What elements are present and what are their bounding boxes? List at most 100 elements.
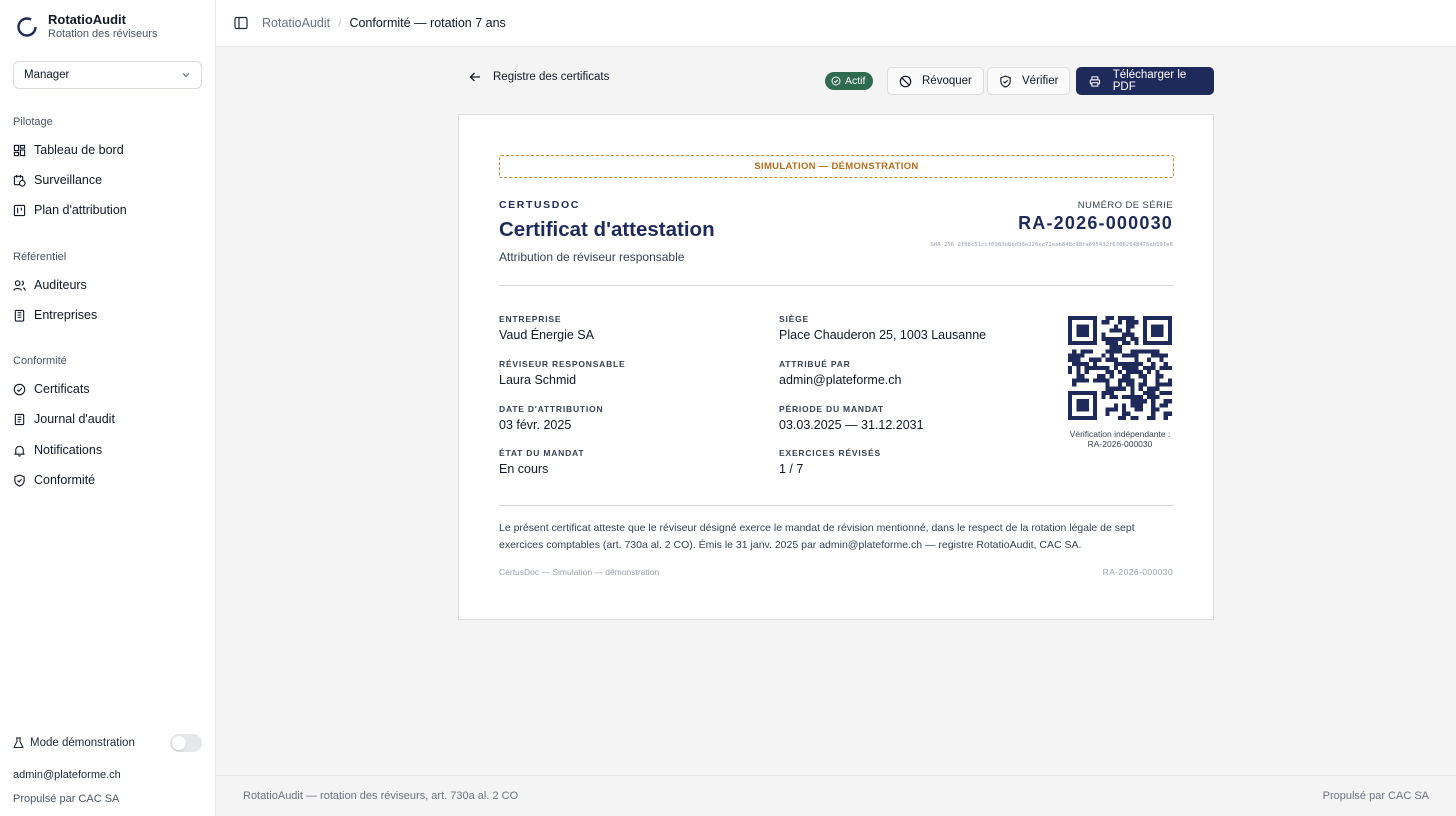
flask-icon: [13, 737, 24, 749]
shield-check-icon: [1000, 75, 1011, 88]
chevron-down-icon: [182, 73, 190, 78]
building-icon: [14, 309, 25, 322]
check-circle-icon: [831, 76, 841, 86]
calendar-clock-icon: [13, 174, 26, 187]
field-value: admin@plateforme.ch: [779, 373, 902, 387]
demo-mode-toggle[interactable]: [170, 734, 202, 752]
shield-check-icon: [14, 474, 25, 487]
field-value: Vaud Énergie SA: [499, 328, 594, 342]
demo-mode-label: Mode démonstration: [30, 737, 135, 749]
sidebar-item-auditeurs[interactable]: Auditeurs: [13, 272, 203, 298]
sha256-hash: SHA-256 2f08c51ccf0983e6bd36e226ec72eab8…: [930, 242, 1173, 248]
sidebar-item-label: Auditeurs: [34, 278, 87, 292]
sidebar-item-label: Certificats: [34, 382, 90, 396]
verify-button-label: Vérifier: [1022, 75, 1059, 87]
logo-icon: [17, 17, 37, 37]
sidebar-item-label: Tableau de bord: [34, 143, 124, 157]
serial-number: RA-2026-000030: [1018, 213, 1173, 233]
field-value: Place Chauderon 25, 1003 Lausanne: [779, 328, 987, 342]
field-label: État du mandat: [499, 448, 585, 458]
qr-code-icon: [1068, 316, 1172, 420]
field-value: 03.03.2025 — 31.12.2031: [779, 418, 924, 432]
brand[interactable]: RotatioAudit Rotation des réviseurs: [16, 12, 157, 41]
printer-icon: [1089, 75, 1101, 87]
check-circle-icon: [13, 383, 26, 395]
sidebar-item-plan[interactable]: Plan d'attribution: [13, 197, 203, 223]
download-pdf-button[interactable]: Télécharger le PDF: [1076, 67, 1214, 95]
board-icon: [13, 204, 26, 216]
demo-mode-row: Mode démonstration: [13, 734, 202, 752]
certificate-brand: CERTUSDOC: [499, 199, 580, 211]
app-footer: RotatioAudit — rotation des réviseurs, a…: [216, 775, 1456, 816]
powered-by: Propulsé par CAC SA: [13, 793, 120, 805]
field-exercices: Exercices révisés 1 / 7: [779, 448, 881, 476]
field-attribue-par: Attribué par admin@plateforme.ch: [779, 359, 901, 387]
ban-icon: [899, 75, 912, 87]
field-siege: Siège Place Chauderon 25, 1003 Lausanne: [779, 314, 986, 342]
field-label: Date d'attribution: [499, 404, 604, 414]
breadcrumb: RotatioAudit / Conformité — rotation 7 a…: [262, 16, 506, 30]
divider: [499, 285, 1174, 286]
field-periode: Période du mandat 03.03.2025 — 31.12.203…: [779, 404, 924, 432]
sidebar-item-label: Journal d'audit: [34, 412, 115, 426]
sidebar-item-certificats[interactable]: Certificats: [13, 376, 203, 402]
back-link-label: Registre des certificats: [493, 71, 610, 83]
verify-button[interactable]: Vérifier: [987, 67, 1071, 95]
sidebar-item-conformite[interactable]: Conformité: [13, 467, 203, 493]
breadcrumb-separator: /: [338, 16, 342, 30]
back-to-registry-link[interactable]: Registre des certificats: [469, 71, 609, 83]
certificate-statement: Le présent certificat atteste que le rév…: [499, 522, 1135, 551]
scroll-icon: [14, 413, 25, 425]
revoke-button[interactable]: Révoquer: [887, 67, 984, 95]
footer-left: RotatioAudit — rotation des réviseurs, a…: [243, 790, 519, 802]
field-reviseur: Réviseur responsable Laura Schmid: [499, 359, 626, 387]
field-value: En cours: [499, 462, 549, 476]
field-value: Laura Schmid: [499, 373, 577, 387]
serial-label: NUMÉRO DE SÉRIE: [1077, 200, 1173, 211]
field-value: 1 / 7: [779, 462, 804, 476]
field-label: Exercices révisés: [779, 448, 881, 458]
breadcrumb-current: Conformité — rotation 7 ans: [349, 16, 506, 30]
field-label: Attribué par: [779, 359, 851, 369]
sidebar-item-notifications[interactable]: Notifications: [13, 437, 203, 463]
sidebar: RotatioAudit Rotation des réviseurs Mana…: [0, 0, 216, 816]
field-label: Réviseur responsable: [499, 359, 626, 369]
qr-caption-line2: RA-2026-000030: [1087, 439, 1153, 449]
sidebar-item-dashboard[interactable]: Tableau de bord: [13, 137, 203, 163]
role-select[interactable]: Manager: [13, 61, 202, 89]
breadcrumb-root[interactable]: RotatioAudit: [262, 16, 330, 30]
sidebar-item-journal[interactable]: Journal d'audit: [13, 406, 203, 432]
simulation-banner: SIMULATION — DÉMONSTRATION: [499, 155, 1174, 178]
revoke-button-label: Révoquer: [922, 75, 972, 87]
nav-section-conformite: Conformité: [13, 355, 67, 367]
sidebar-item-label: Conformité: [34, 473, 96, 487]
nav-section-pilotage: Pilotage: [13, 116, 53, 128]
topbar: RotatioAudit / Conformité — rotation 7 a…: [216, 0, 1456, 47]
app-subtitle: Rotation des réviseurs: [48, 28, 158, 40]
bell-icon: [14, 445, 25, 457]
dashboard-icon: [13, 144, 26, 156]
field-label: Période du mandat: [779, 404, 885, 414]
user-email: admin@plateforme.ch: [13, 769, 121, 781]
sidebar-item-surveillance[interactable]: Surveillance: [13, 167, 203, 193]
divider: [499, 505, 1174, 506]
certificate-subtitle: Attribution de réviseur responsable: [499, 250, 685, 264]
users-icon: [13, 279, 26, 291]
field-label: Siège: [779, 314, 809, 324]
qr-caption-line1: Vérification indépendante :: [1069, 429, 1171, 439]
sidebar-item-label: Plan d'attribution: [34, 203, 127, 217]
download-button-label: Télécharger le PDF: [1112, 69, 1187, 93]
field-etat: État du mandat En cours: [499, 448, 584, 476]
field-label: Entreprise: [499, 314, 562, 324]
sidebar-item-entreprises[interactable]: Entreprises: [13, 302, 203, 328]
arrow-left-icon: [469, 72, 480, 82]
nav-section-referentiel: Référentiel: [13, 251, 67, 263]
status-badge-label: Actif: [845, 75, 866, 87]
certificate-card: SIMULATION — DÉMONSTRATION CERTUSDOC Cer…: [458, 114, 1214, 620]
app-name: RotatioAudit: [48, 12, 126, 27]
footer-right: Propulsé par CAC SA: [1322, 790, 1429, 802]
sidebar-item-label: Surveillance: [34, 173, 103, 187]
sidebar-toggle-icon[interactable]: [234, 16, 248, 30]
status-badge: Actif: [825, 72, 874, 90]
field-date: Date d'attribution 03 févr. 2025: [499, 404, 603, 432]
